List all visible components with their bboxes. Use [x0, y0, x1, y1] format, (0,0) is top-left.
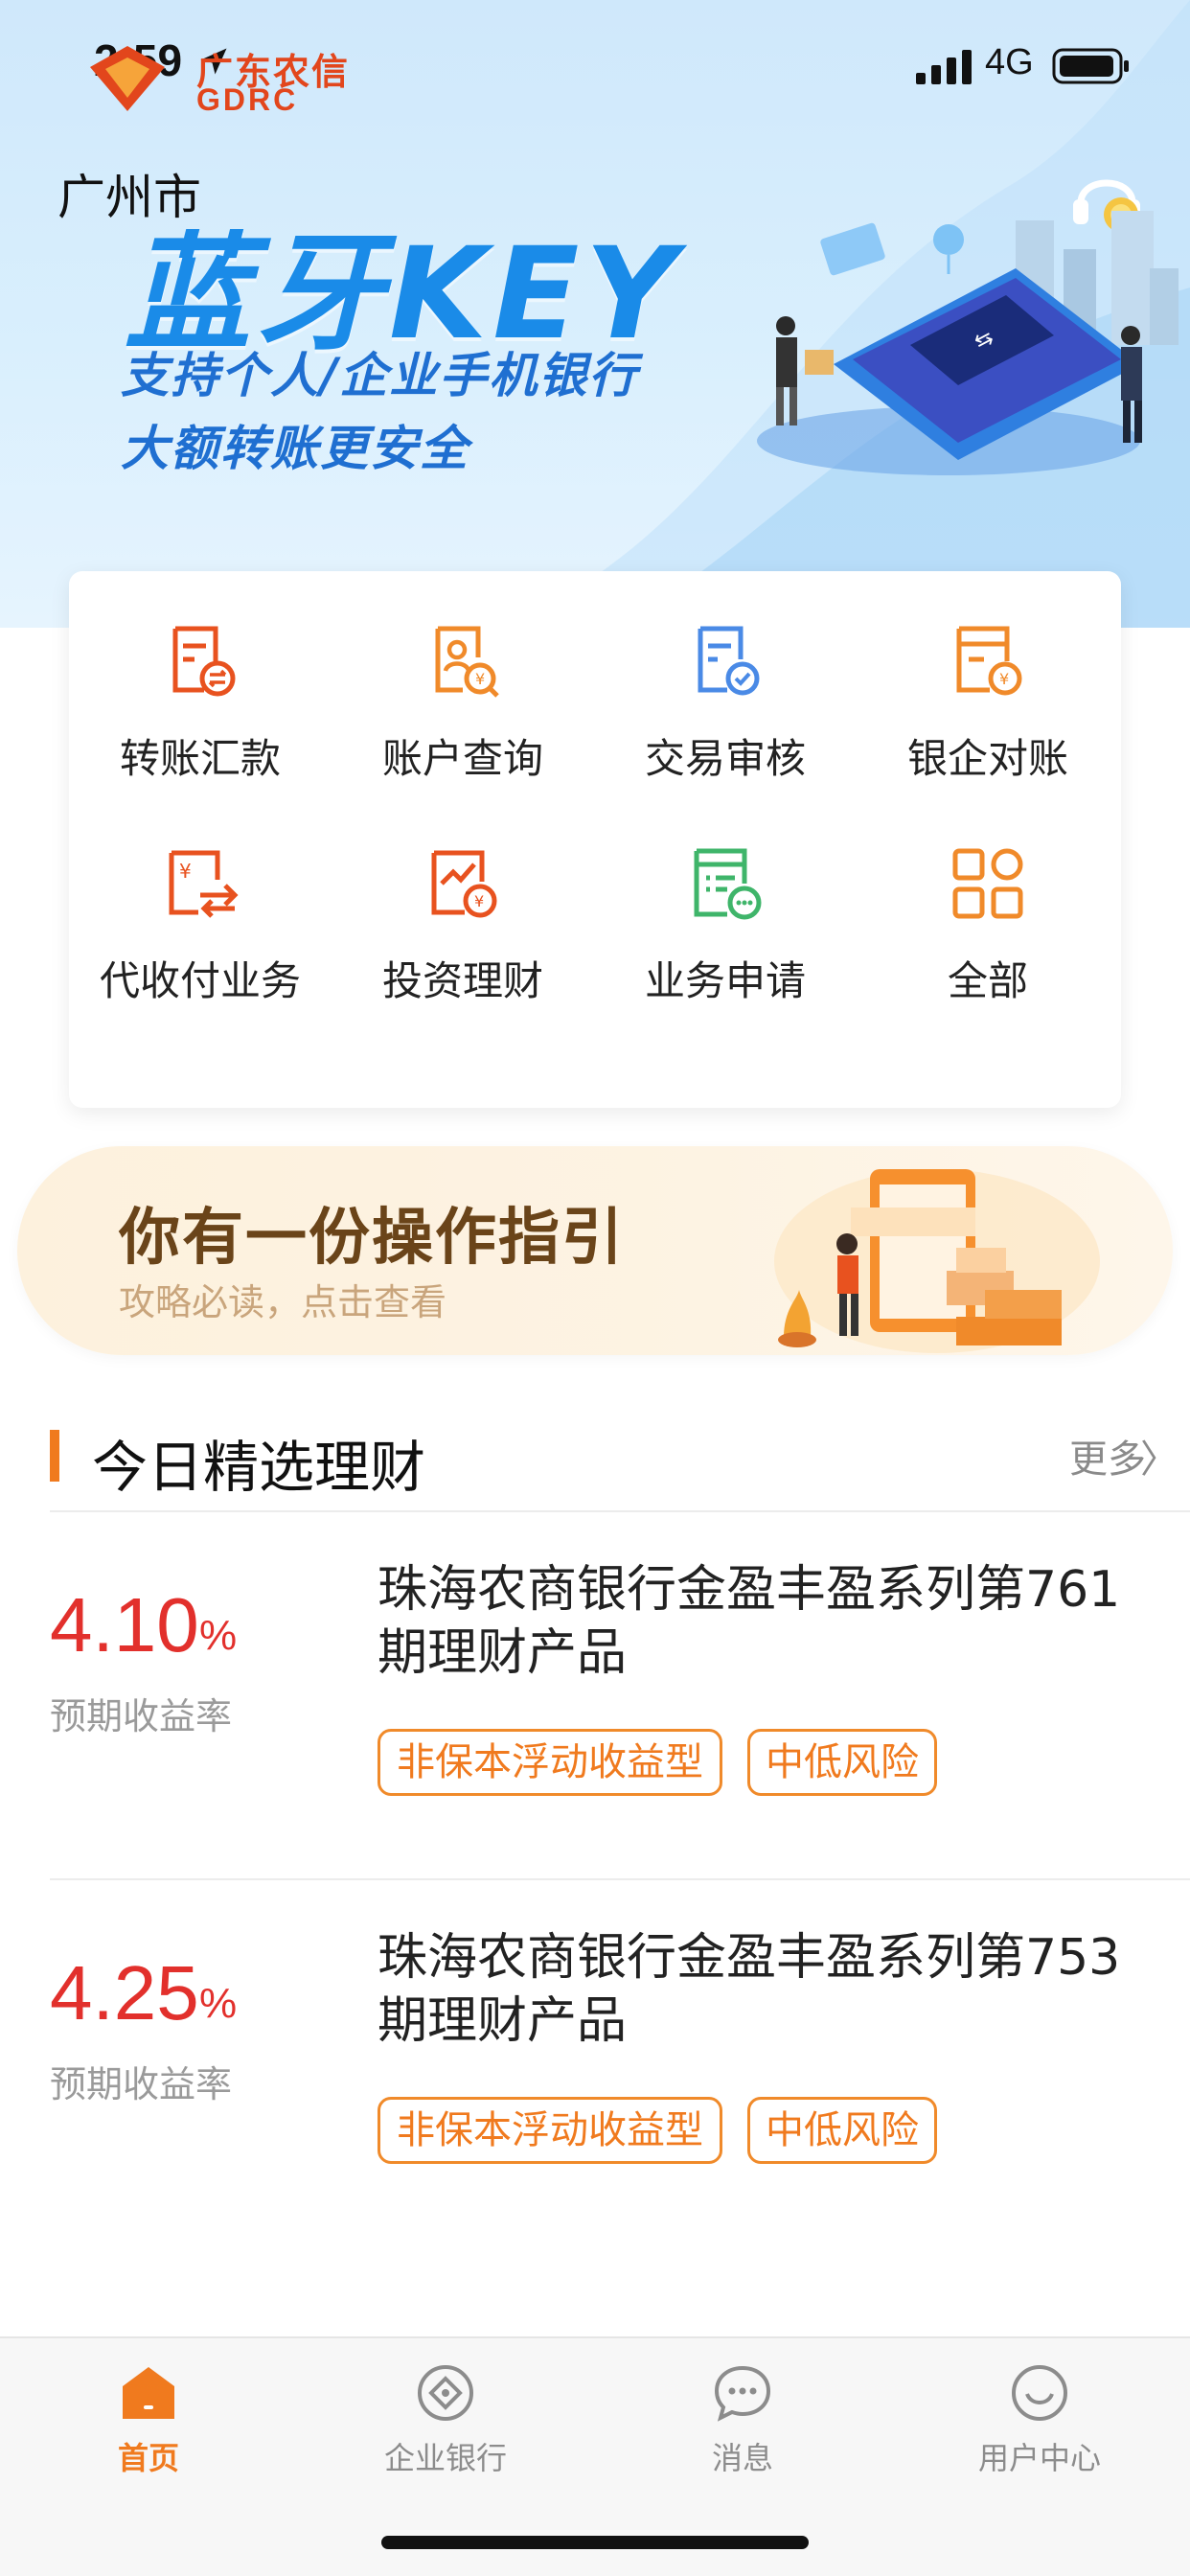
cellular-signal-icon — [916, 50, 972, 84]
battery-icon — [1052, 48, 1129, 84]
service-account-query[interactable]: ¥ 账户查询 — [332, 623, 594, 843]
service-business-application[interactable]: 业务申请 — [594, 845, 857, 1066]
tab-label: 首页 — [117, 2440, 179, 2476]
operation-guide-banner[interactable]: 你有一份操作指引 攻略必读，点击查看 — [17, 1146, 1173, 1355]
expected-rate: 4.10 — [50, 1582, 199, 1668]
business-application-icon — [694, 848, 762, 920]
transaction-review-icon — [698, 626, 760, 696]
service-label: 投资理财 — [381, 957, 543, 1004]
service-collection-payment[interactable]: ¥ 代收付业务 — [69, 845, 332, 1066]
service-label: 账户查询 — [381, 735, 543, 782]
enterprise-bank-icon — [418, 2365, 473, 2421]
svg-text:¥: ¥ — [475, 670, 485, 688]
section-title: 今日精选理财 — [92, 1435, 426, 1500]
rate-label: 预期收益率 — [50, 1695, 233, 1737]
account-query-icon: ¥ — [435, 626, 499, 698]
tab-home[interactable]: 首页 — [0, 2338, 297, 2501]
network-type: 4G — [985, 42, 1034, 82]
risk-level-tag: 中低风险 — [747, 1729, 937, 1796]
gdrc-logo-icon — [90, 46, 165, 111]
transfer-icon — [172, 626, 236, 697]
guide-title: 你有一份操作指引 — [119, 1203, 625, 1274]
tab-label: 企业银行 — [383, 2440, 507, 2476]
service-label: 业务申请 — [644, 957, 806, 1004]
quick-services-card: 转账汇款 ¥ 账户查询 交易审核 ¥ 银企对账 ¥ 代收付业务 ¥ 投资理财 业… — [69, 571, 1121, 1108]
section-accent-bar — [50, 1430, 59, 1482]
product-name: 珠海农商银行金盈丰盈系列第761期理财产品 — [378, 1561, 1121, 1682]
home-indicator[interactable] — [381, 2536, 809, 2549]
banner-line-2: 大额转账更安全 — [121, 421, 469, 476]
collection-payment-icon: ¥ — [169, 850, 239, 918]
all-services-icon — [952, 848, 1023, 919]
user-center-icon — [1012, 2365, 1067, 2421]
product-type-tag: 非保本浮动收益型 — [378, 1729, 722, 1796]
svg-text:¥: ¥ — [474, 892, 484, 910]
service-reconciliation[interactable]: ¥ 银企对账 — [857, 623, 1119, 843]
service-label: 代收付业务 — [99, 957, 301, 1004]
product-type-tag: 非保本浮动收益型 — [378, 2097, 722, 2164]
service-label: 全部 — [947, 957, 1028, 1004]
product-item[interactable]: 4.25 % 预期收益率 珠海农商银行金盈丰盈系列第753期理财产品 非保本浮动… — [0, 1878, 1190, 2246]
more-link[interactable]: 更多 — [1069, 1428, 1146, 1484]
investment-icon: ¥ — [431, 850, 497, 918]
service-transaction-review[interactable]: 交易审核 — [594, 623, 857, 843]
service-label: 转账汇款 — [119, 735, 281, 782]
service-label: 银企对账 — [906, 735, 1068, 782]
tab-label: 消息 — [711, 2440, 773, 2476]
chevron-right-icon[interactable]: 〉 — [1140, 1428, 1179, 1484]
brand-subtitle: GDRC — [196, 82, 299, 117]
service-transfer[interactable]: 转账汇款 — [69, 623, 332, 843]
bluetooth-key-illustration: ⇆ — [757, 211, 1179, 475]
tab-enterprise-bank[interactable]: 企业银行 — [297, 2338, 594, 2501]
expected-rate: 4.25 — [50, 1950, 199, 2036]
reconciliation-icon: ¥ — [956, 626, 1022, 696]
service-label: 交易审核 — [644, 735, 806, 782]
product-item[interactable]: 4.10 % 预期收益率 珠海农商银行金盈丰盈系列第761期理财产品 非保本浮动… — [0, 1510, 1190, 1878]
tab-user-center[interactable]: 用户中心 — [891, 2338, 1188, 2501]
rate-unit: % — [199, 1612, 238, 1659]
risk-level-tag: 中低风险 — [747, 2097, 937, 2164]
svg-text:¥: ¥ — [999, 670, 1009, 688]
guide-subtitle: 攻略必读，点击查看 — [119, 1281, 447, 1323]
service-investment[interactable]: ¥ 投资理财 — [332, 845, 594, 1066]
rate-unit: % — [199, 1980, 238, 2027]
guide-illustration — [774, 1169, 1100, 1353]
tab-messages[interactable]: 消息 — [594, 2338, 891, 2501]
service-all[interactable]: 全部 — [857, 845, 1119, 1066]
hero-banner[interactable]: 2:59 4G 广东农信 GDRC 广州市 蓝牙KEY 支持个人/企业手机银行 … — [0, 0, 1190, 628]
home-icon — [123, 2367, 174, 2419]
product-name: 珠海农商银行金盈丰盈系列第753期理财产品 — [378, 1929, 1121, 2050]
svg-text:¥: ¥ — [179, 860, 192, 883]
message-icon — [714, 2365, 771, 2422]
tab-label: 用户中心 — [977, 2440, 1101, 2476]
rate-label: 预期收益率 — [50, 2063, 233, 2105]
banner-line-1: 支持个人/企业手机银行 — [121, 348, 639, 403]
